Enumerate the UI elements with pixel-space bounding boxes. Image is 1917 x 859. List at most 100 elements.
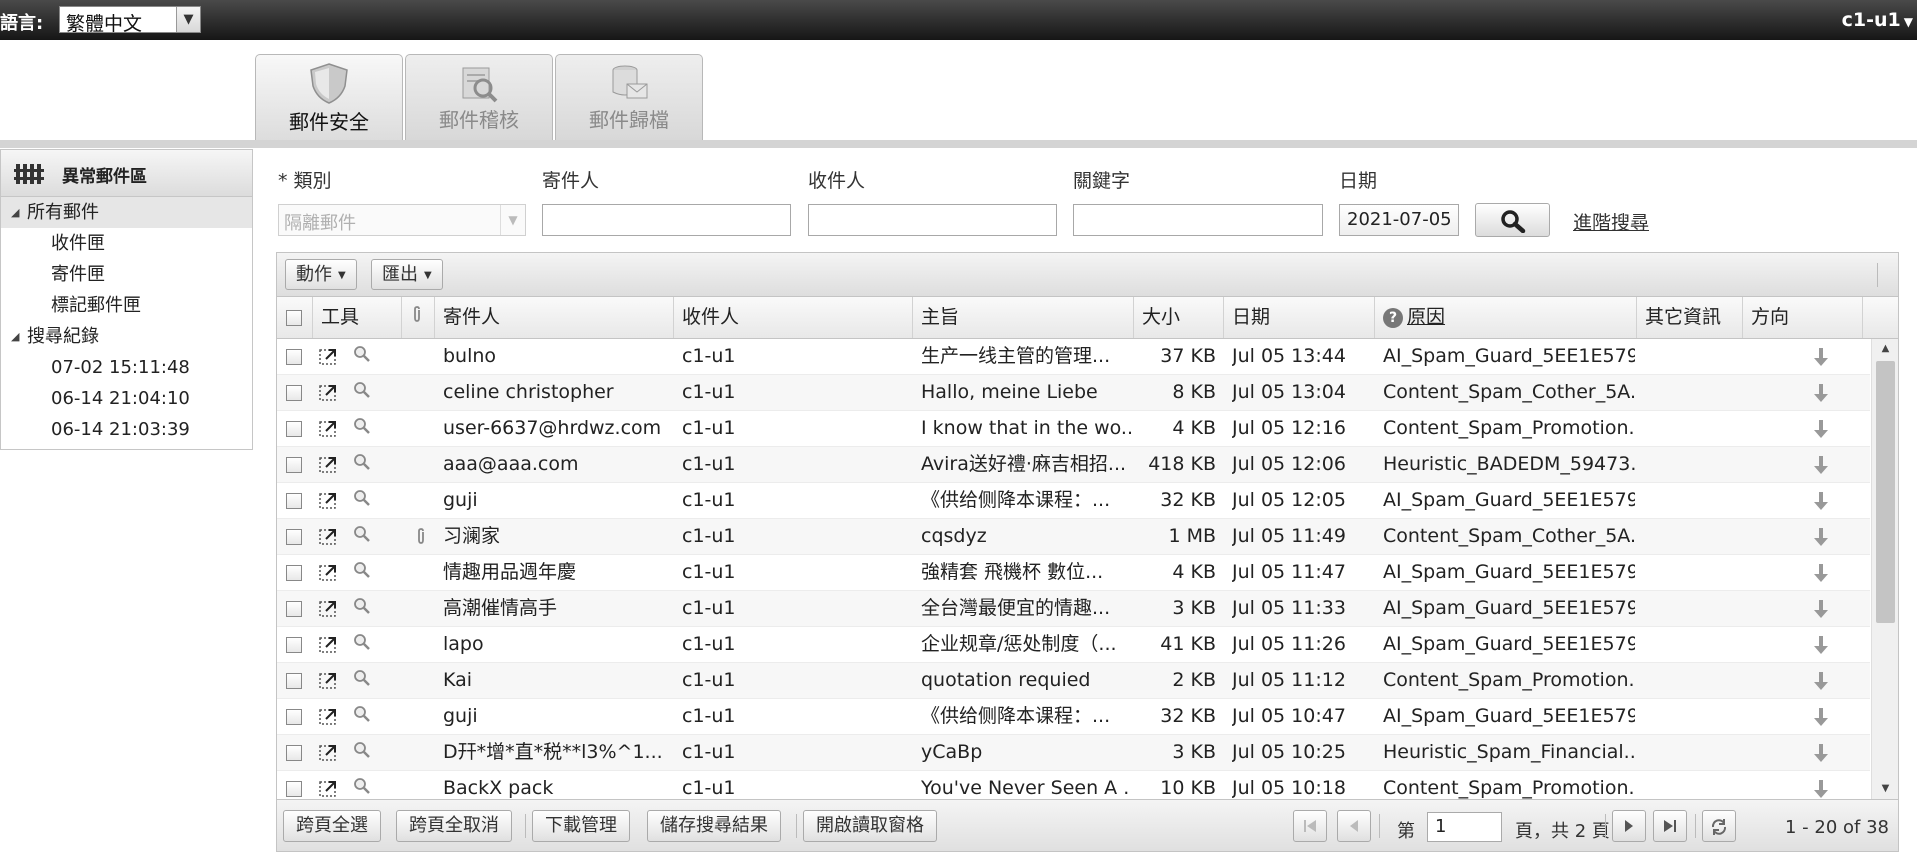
select-all-pages-button[interactable]: 跨頁全選 bbox=[283, 810, 381, 842]
preview-magnifier-icon[interactable] bbox=[353, 741, 371, 759]
table-row[interactable]: celine christopher c1-u1 Hallo, meine Lieb… bbox=[277, 375, 1870, 411]
refresh-button[interactable] bbox=[1702, 810, 1736, 842]
preview-magnifier-icon[interactable] bbox=[353, 633, 371, 651]
table-row[interactable]: aaa@aaa.com c1-u1 Avira送好禮‧麻吉相招... 418 KB Ju… bbox=[277, 447, 1870, 483]
row-checkbox[interactable] bbox=[286, 673, 302, 689]
row-checkbox[interactable] bbox=[286, 493, 302, 509]
table-row[interactable]: D幵*增*直*税**l3%^1... c1-u1 yCaBp 3 KB Jul 05 1… bbox=[277, 735, 1870, 771]
export-button[interactable]: 匯出 ▼ bbox=[371, 259, 443, 290]
release-mail-icon[interactable] bbox=[319, 743, 339, 761]
sidebar-item-outbox[interactable]: 寄件匣 bbox=[1, 259, 252, 290]
preview-magnifier-icon[interactable] bbox=[353, 705, 371, 723]
release-mail-icon[interactable] bbox=[319, 671, 339, 689]
header-attachment[interactable] bbox=[402, 297, 435, 338]
recipient-input[interactable] bbox=[808, 204, 1057, 236]
help-icon[interactable]: ? bbox=[1383, 307, 1403, 328]
header-size[interactable]: 大小 bbox=[1134, 297, 1224, 338]
header-tools[interactable]: 工具 bbox=[313, 297, 402, 338]
preview-magnifier-icon[interactable] bbox=[353, 453, 371, 471]
row-checkbox[interactable] bbox=[286, 421, 302, 437]
sender-input[interactable] bbox=[542, 204, 791, 236]
preview-magnifier-icon[interactable] bbox=[353, 345, 371, 363]
header-select-all[interactable] bbox=[277, 297, 313, 338]
scroll-thumb[interactable] bbox=[1876, 361, 1895, 623]
preview-magnifier-icon[interactable] bbox=[353, 525, 371, 543]
table-row[interactable]: Kai c1-u1 quotation requied 2 KB Jul 05 11:1… bbox=[277, 663, 1870, 699]
prev-page-button[interactable] bbox=[1337, 810, 1371, 842]
last-page-button[interactable] bbox=[1653, 810, 1687, 842]
table-row[interactable]: user-6637@hrdwz.com c1-u1 I know that in t… bbox=[277, 411, 1870, 447]
collapse-triangle-icon[interactable]: ◢ bbox=[11, 321, 19, 352]
select-all-checkbox[interactable] bbox=[286, 309, 302, 326]
release-mail-icon[interactable] bbox=[319, 635, 339, 653]
table-row[interactable]: 情趣用品週年慶 c1-u1 強精套 飛機杯 數位... 4 KB Jul 05 11:4… bbox=[277, 555, 1870, 591]
release-mail-icon[interactable] bbox=[319, 347, 339, 365]
sidebar-item-all-mail[interactable]: ◢ 所有郵件 bbox=[1, 197, 252, 228]
language-select[interactable]: 繁體中文 ▼ bbox=[59, 6, 201, 35]
chevron-down-icon[interactable]: ▼ bbox=[176, 7, 200, 32]
table-row[interactable]: guji c1-u1 《供给侧降本课程：... 32 KB Jul 05 10:47 AI… bbox=[277, 699, 1870, 735]
row-checkbox[interactable] bbox=[286, 781, 302, 797]
release-mail-icon[interactable] bbox=[319, 383, 339, 401]
header-sender[interactable]: 寄件人 bbox=[435, 297, 674, 338]
header-recipient[interactable]: 收件人 bbox=[674, 297, 913, 338]
download-manager-button[interactable]: 下載管理 bbox=[532, 810, 630, 842]
tab-mail-audit[interactable]: 郵件稽核 bbox=[405, 54, 553, 140]
sidebar-item-history[interactable]: 07-02 15:11:48 bbox=[1, 352, 252, 383]
release-mail-icon[interactable] bbox=[319, 599, 339, 617]
chevron-down-icon[interactable]: ▼ bbox=[500, 205, 525, 235]
deselect-all-pages-button[interactable]: 跨頁全取消 bbox=[396, 810, 512, 842]
tab-mail-security[interactable]: 郵件安全 bbox=[255, 54, 403, 142]
save-search-button[interactable]: 儲存搜尋結果 bbox=[647, 810, 781, 842]
release-mail-icon[interactable] bbox=[319, 707, 339, 725]
advanced-search-link[interactable]: 進階搜尋 bbox=[1573, 208, 1649, 235]
row-checkbox[interactable] bbox=[286, 385, 302, 401]
reading-pane-button[interactable]: 開啟讀取窗格 bbox=[803, 810, 937, 842]
table-row[interactable]: lapo c1-u1 企业规章/惩处制度（... 41 KB Jul 05 11:26 A… bbox=[277, 627, 1870, 663]
release-mail-icon[interactable] bbox=[319, 779, 339, 797]
sidebar-item-inbox[interactable]: 收件匣 bbox=[1, 228, 252, 259]
table-row[interactable]: 习澜家 c1-u1 cqsdyz 1 MB Jul 05 11:49 Content_Sp… bbox=[277, 519, 1870, 555]
preview-magnifier-icon[interactable] bbox=[353, 597, 371, 615]
collapse-triangle-icon[interactable]: ◢ bbox=[11, 197, 19, 228]
table-row[interactable]: guji c1-u1 《供给侧降本课程：... 32 KB Jul 05 12:05 AI… bbox=[277, 483, 1870, 519]
first-page-button[interactable] bbox=[1293, 810, 1327, 842]
row-checkbox[interactable] bbox=[286, 349, 302, 365]
search-button[interactable] bbox=[1475, 203, 1550, 237]
preview-magnifier-icon[interactable] bbox=[353, 381, 371, 399]
release-mail-icon[interactable] bbox=[319, 455, 339, 473]
release-mail-icon[interactable] bbox=[319, 491, 339, 509]
date-field[interactable]: 2021-07-05 bbox=[1339, 204, 1459, 236]
table-row[interactable]: bulno c1-u1 生产一线主管的管理... 37 KB Jul 05 13:44 A… bbox=[277, 339, 1870, 375]
header-reason[interactable]: ? 原因 bbox=[1375, 297, 1637, 338]
row-checkbox[interactable] bbox=[286, 745, 302, 761]
release-mail-icon[interactable] bbox=[319, 419, 339, 437]
preview-magnifier-icon[interactable] bbox=[353, 561, 371, 579]
next-page-button[interactable] bbox=[1612, 810, 1646, 842]
preview-magnifier-icon[interactable] bbox=[353, 669, 371, 687]
vertical-scrollbar[interactable]: ▲ ▼ bbox=[1871, 339, 1898, 799]
row-checkbox[interactable] bbox=[286, 529, 302, 545]
category-select[interactable]: 隔離郵件 ▼ bbox=[278, 204, 526, 236]
sidebar-item-history[interactable]: 06-14 21:03:39 bbox=[1, 414, 252, 445]
header-subject[interactable]: 主旨 bbox=[913, 297, 1134, 338]
user-menu[interactable]: c1-u1 ▼ bbox=[1842, 9, 1913, 31]
sidebar-item-history[interactable]: 06-14 21:04:10 bbox=[1, 383, 252, 414]
release-mail-icon[interactable] bbox=[319, 563, 339, 581]
row-checkbox[interactable] bbox=[286, 709, 302, 725]
scroll-up-icon[interactable]: ▲ bbox=[1872, 339, 1898, 359]
row-checkbox[interactable] bbox=[286, 601, 302, 617]
preview-magnifier-icon[interactable] bbox=[353, 417, 371, 435]
sidebar-item-flagged[interactable]: 標記郵件匣 bbox=[1, 290, 252, 321]
scroll-down-icon[interactable]: ▼ bbox=[1872, 779, 1898, 799]
keyword-input[interactable] bbox=[1073, 204, 1323, 236]
table-row[interactable]: BackX pack c1-u1 You've Never Seen A ... 10… bbox=[277, 771, 1870, 799]
release-mail-icon[interactable] bbox=[319, 527, 339, 545]
sidebar-item-search-history[interactable]: ◢ 搜尋紀錄 bbox=[1, 321, 252, 352]
actions-button[interactable]: 動作 ▼ bbox=[285, 259, 357, 290]
page-number-input[interactable]: 1 bbox=[1427, 812, 1502, 842]
header-other-info[interactable]: 其它資訊 bbox=[1637, 297, 1743, 338]
row-checkbox[interactable] bbox=[286, 637, 302, 653]
header-direction[interactable]: 方向 bbox=[1743, 297, 1863, 338]
row-checkbox[interactable] bbox=[286, 457, 302, 473]
